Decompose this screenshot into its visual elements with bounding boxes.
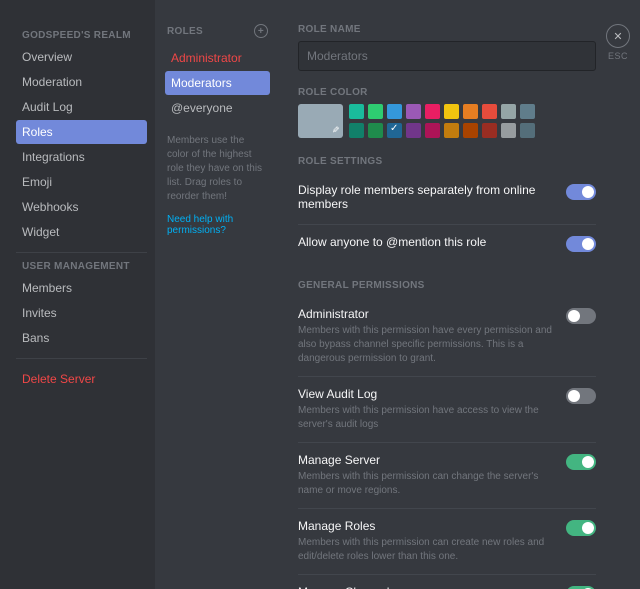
server-name: GODSPEED'S REALM	[22, 30, 147, 41]
toggle-switch[interactable]	[566, 184, 596, 200]
setting-title: Manage Roles	[298, 519, 554, 533]
eyedropper-icon: ✎	[332, 125, 340, 136]
color-swatch[interactable]	[444, 123, 459, 138]
nav-emoji[interactable]: Emoji	[16, 170, 147, 194]
role-settings-panel: ✕ ESC ROLE NAME ROLE COLOR ✎ ROLE SETTIN…	[280, 0, 640, 589]
color-swatch[interactable]	[463, 123, 478, 138]
toggle-switch[interactable]	[566, 308, 596, 324]
roles-list-panel: ROLES + Administrator Moderators @everyo…	[155, 0, 280, 589]
roles-title: ROLES	[167, 26, 203, 37]
setting-row: Display role members separately from onl…	[298, 173, 596, 224]
setting-title: View Audit Log	[298, 387, 554, 401]
toggle-switch[interactable]	[566, 388, 596, 404]
color-swatch[interactable]	[387, 104, 402, 119]
nav-roles[interactable]: Roles	[16, 120, 147, 144]
divider	[16, 252, 147, 253]
nav-invites[interactable]: Invites	[16, 301, 147, 325]
color-swatch[interactable]	[444, 104, 459, 119]
toggle-switch[interactable]	[566, 236, 596, 252]
setting-row: View Audit Log Members with this permissi…	[298, 376, 596, 442]
close-button[interactable]: ✕	[606, 24, 630, 48]
divider	[16, 358, 147, 359]
setting-row: Manage Server Members with this permissio…	[298, 442, 596, 508]
nav-overview[interactable]: Overview	[16, 45, 147, 69]
color-swatch[interactable]	[349, 123, 364, 138]
toggle-switch[interactable]	[566, 454, 596, 470]
color-swatch-grid	[349, 104, 535, 138]
general-permissions-label: GENERAL PERMISSIONS	[298, 280, 596, 291]
setting-row: Administrator Members with this permissio…	[298, 297, 596, 376]
nav-moderation[interactable]: Moderation	[16, 70, 147, 94]
color-swatch[interactable]	[482, 123, 497, 138]
role-settings-label: ROLE SETTINGS	[298, 156, 596, 167]
esc-label: ESC	[606, 51, 630, 61]
nav-integrations[interactable]: Integrations	[16, 145, 147, 169]
setting-title: Display role members separately from onl…	[298, 183, 554, 211]
setting-row: Manage ChannelsMembers with this permiss…	[298, 574, 596, 589]
setting-title: Administrator	[298, 307, 554, 321]
user-mgmt-title: USER MANAGEMENT	[22, 261, 147, 272]
color-swatch[interactable]	[368, 104, 383, 119]
setting-row: Manage Roles Members with this permission…	[298, 508, 596, 574]
setting-description: Members with this permission can change …	[298, 470, 554, 498]
roles-hint: Members use the color of the highest rol…	[165, 134, 270, 204]
setting-description: Members with this permission have access…	[298, 404, 554, 432]
role-item-everyone[interactable]: @everyone	[165, 96, 270, 120]
role-name-input[interactable]	[298, 41, 596, 71]
color-swatch[interactable]	[406, 123, 421, 138]
color-swatch[interactable]	[425, 104, 440, 119]
color-swatch[interactable]	[406, 104, 421, 119]
toggle-switch[interactable]	[566, 520, 596, 536]
setting-title: Allow anyone to @mention this role	[298, 235, 554, 249]
color-swatch[interactable]	[463, 104, 478, 119]
color-swatch[interactable]	[425, 123, 440, 138]
close-area: ✕ ESC	[606, 24, 630, 61]
role-name-label: ROLE NAME	[298, 24, 596, 35]
color-swatch[interactable]	[520, 123, 535, 138]
setting-title: Manage Channels	[298, 585, 554, 589]
setting-description: Members with this permission have every …	[298, 324, 554, 366]
color-swatch[interactable]	[349, 104, 364, 119]
role-color-label: ROLE COLOR	[298, 87, 596, 98]
setting-row: Allow anyone to @mention this role	[298, 224, 596, 262]
color-swatch[interactable]	[387, 123, 402, 138]
color-swatch[interactable]	[501, 123, 516, 138]
nav-webhooks[interactable]: Webhooks	[16, 195, 147, 219]
settings-sidebar: GODSPEED'S REALM Overview Moderation Aud…	[0, 0, 155, 589]
color-swatch[interactable]	[482, 104, 497, 119]
color-swatch[interactable]	[520, 104, 535, 119]
permissions-help-link[interactable]: Need help with permissions?	[165, 214, 270, 236]
default-color-swatch[interactable]: ✎	[298, 104, 343, 138]
add-role-button[interactable]: +	[254, 24, 268, 38]
nav-members[interactable]: Members	[16, 276, 147, 300]
delete-server-button[interactable]: Delete Server	[16, 367, 147, 391]
role-item-administrator[interactable]: Administrator	[165, 46, 270, 70]
nav-bans[interactable]: Bans	[16, 326, 147, 350]
setting-description: Members with this permission can create …	[298, 536, 554, 564]
nav-audit-log[interactable]: Audit Log	[16, 95, 147, 119]
color-swatch[interactable]	[368, 123, 383, 138]
setting-title: Manage Server	[298, 453, 554, 467]
nav-widget[interactable]: Widget	[16, 220, 147, 244]
color-swatch[interactable]	[501, 104, 516, 119]
role-item-moderators[interactable]: Moderators	[165, 71, 270, 95]
